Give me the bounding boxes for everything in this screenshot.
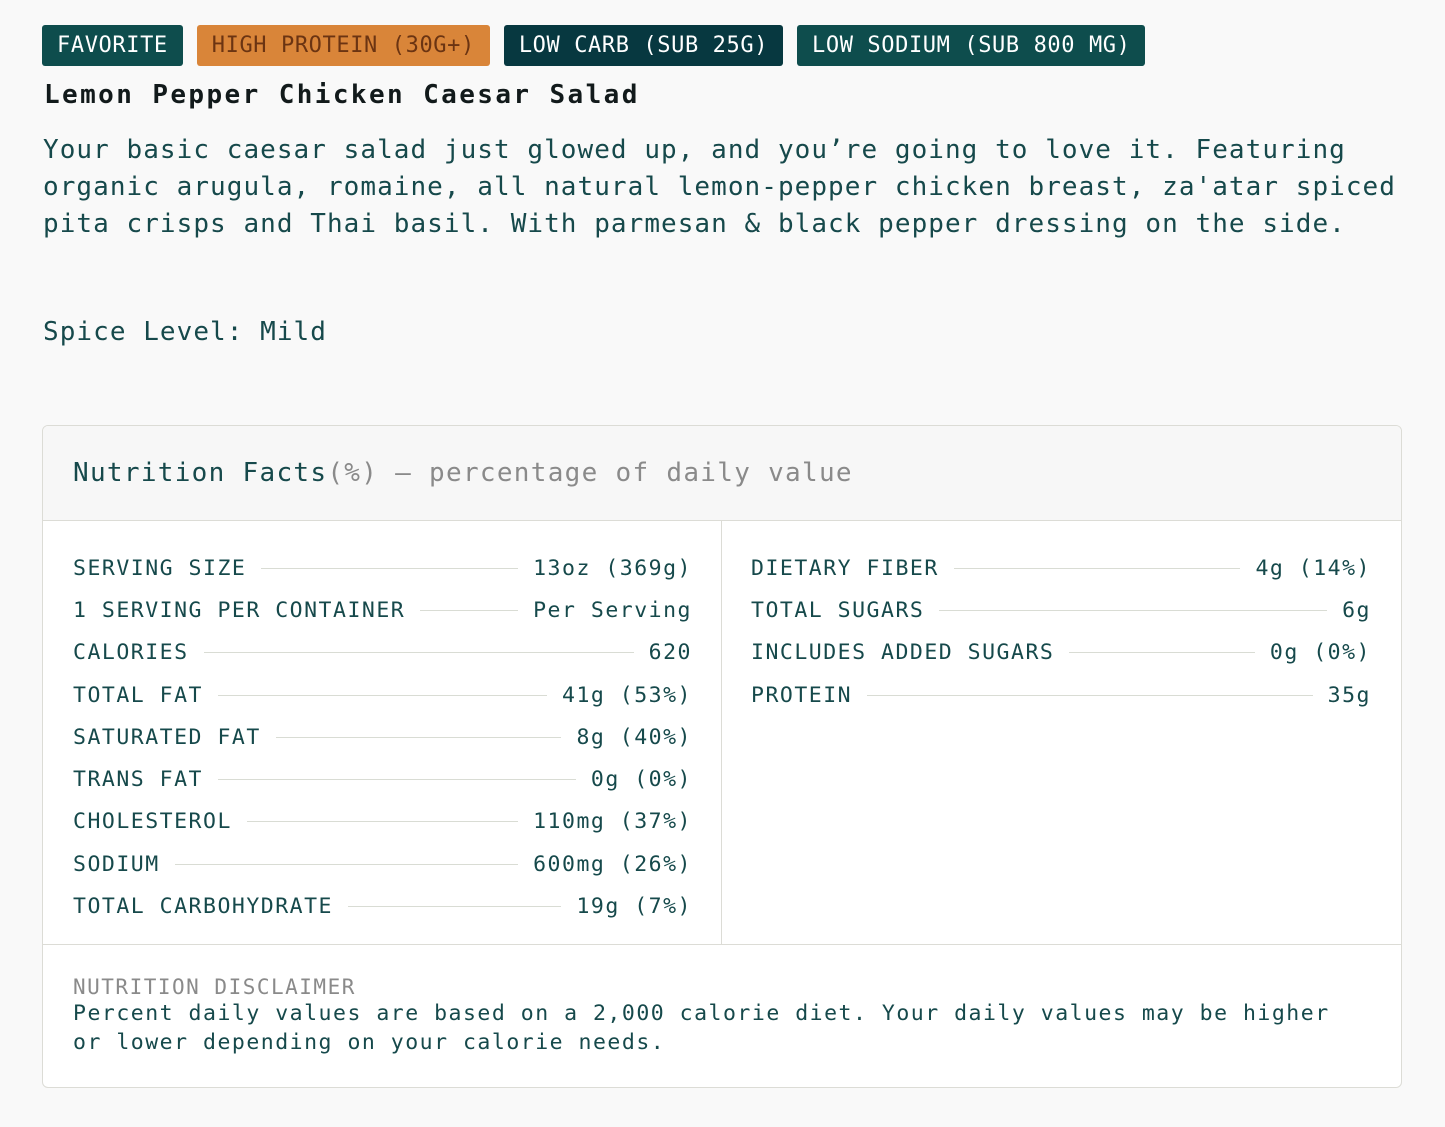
leader-line [275, 736, 562, 738]
leader-line [953, 567, 1241, 569]
nutrition-value: 41g (53%) [562, 682, 692, 708]
nutrition-row: CHOLESTEROL 110mg (37%) [73, 801, 692, 843]
tag-high-protein[interactable]: HIGH PROTEIN (30G+) [196, 25, 490, 66]
leader-line [218, 779, 576, 781]
nutrition-value: 19g (7%) [576, 894, 692, 920]
leader-line [261, 567, 519, 569]
nutrition-label: SERVING SIZE [73, 555, 247, 581]
leader-line [939, 609, 1328, 611]
nutrition-label: SATURATED FAT [73, 724, 261, 750]
nutrition-value: 35g [1327, 682, 1371, 708]
leader-line [1069, 652, 1255, 654]
nutrition-facts-title: Nutrition Facts [73, 458, 328, 488]
nutrition-row: CALORIES 620 [73, 632, 692, 674]
leader-line [203, 652, 634, 654]
product-title: Lemon Pepper Chicken Caesar Salad [44, 80, 640, 110]
tag-favorite[interactable]: FAVORITE [42, 25, 183, 66]
nutrition-label: TOTAL CARBOHYDRATE [73, 894, 333, 920]
tag-list: FAVORITE HIGH PROTEIN (30G+) LOW CARB (S… [42, 25, 1146, 66]
leader-line [174, 863, 519, 865]
nutrition-value: 0g (0%) [590, 767, 692, 793]
nutrition-value: 620 [648, 640, 692, 666]
nutrition-row: TRANS FAT 0g (0%) [73, 758, 692, 800]
leader-line [246, 821, 519, 823]
nutrition-value: 4g (14%) [1255, 555, 1371, 581]
leader-line [420, 609, 519, 611]
nutrition-facts-subtitle: (%) – percentage of daily value [327, 458, 853, 488]
nutrition-label: PROTEIN [751, 682, 853, 708]
nutrition-disclaimer: NUTRITION DISCLAIMER Percent daily value… [43, 945, 1401, 1057]
leader-line [218, 694, 547, 696]
nutrition-row: INCLUDES ADDED SUGARS 0g (0%) [751, 632, 1371, 674]
nutrition-label: SODIUM [73, 851, 160, 877]
nutrition-column-right: DIETARY FIBER 4g (14%) TOTAL SUGARS 6g INCLU… [722, 521, 1401, 944]
nutrition-label: INCLUDES ADDED SUGARS [751, 640, 1055, 666]
leader-line [867, 694, 1313, 696]
nutrition-row: TOTAL CARBOHYDRATE 19g (7%) [73, 885, 692, 927]
nutrition-facts-header: Nutrition Facts (%) – percentage of dail… [43, 426, 1401, 521]
tag-low-sodium[interactable]: LOW SODIUM (SUB 800 MG) [797, 25, 1146, 66]
nutrition-value: 0g (0%) [1269, 640, 1371, 666]
nutrition-row: TOTAL FAT 41g (53%) [73, 674, 692, 716]
nutrition-value: 13oz (369g) [533, 555, 692, 581]
nutrition-value: 8g (40%) [576, 724, 692, 750]
nutrition-row: SODIUM 600mg (26%) [73, 843, 692, 885]
nutrition-row: SATURATED FAT 8g (40%) [73, 716, 692, 758]
nutrition-row: PROTEIN 35g [751, 674, 1371, 716]
nutrition-value: 600mg (26%) [533, 851, 692, 877]
nutrition-label: TOTAL SUGARS [751, 597, 925, 623]
disclaimer-text: Percent daily values are based on a 2,00… [73, 1001, 1330, 1055]
leader-line [348, 906, 562, 908]
nutrition-label: TOTAL FAT [73, 682, 203, 708]
nutrition-facts-card: Nutrition Facts (%) – percentage of dail… [42, 425, 1402, 1088]
nutrition-column-left: SERVING SIZE 13oz (369g) 1 SERVING PER CON… [43, 521, 722, 944]
spice-level: Spice Level: Mild [43, 317, 327, 347]
nutrition-value: Per Serving [533, 597, 692, 623]
disclaimer-title: NUTRITION DISCLAIMER [73, 975, 356, 999]
tag-low-carb[interactable]: LOW CARB (SUB 25G) [503, 25, 784, 66]
nutrition-label: 1 SERVING PER CONTAINER [73, 597, 406, 623]
nutrition-label: DIETARY FIBER [751, 555, 939, 581]
nutrition-value: 110mg (37%) [533, 809, 692, 835]
nutrition-label: TRANS FAT [73, 767, 203, 793]
nutrition-columns: SERVING SIZE 13oz (369g) 1 SERVING PER CON… [43, 521, 1401, 945]
nutrition-row: DIETARY FIBER 4g (14%) [751, 547, 1371, 589]
nutrition-label: CHOLESTEROL [73, 809, 232, 835]
nutrition-row: TOTAL SUGARS 6g [751, 589, 1371, 631]
nutrition-value: 6g [1342, 597, 1371, 623]
nutrition-label: CALORIES [73, 640, 189, 666]
nutrition-row: 1 SERVING PER CONTAINER Per Serving [73, 589, 692, 631]
nutrition-row: SERVING SIZE 13oz (369g) [73, 547, 692, 589]
product-description: Your basic caesar salad just glowed up, … [43, 135, 1396, 239]
